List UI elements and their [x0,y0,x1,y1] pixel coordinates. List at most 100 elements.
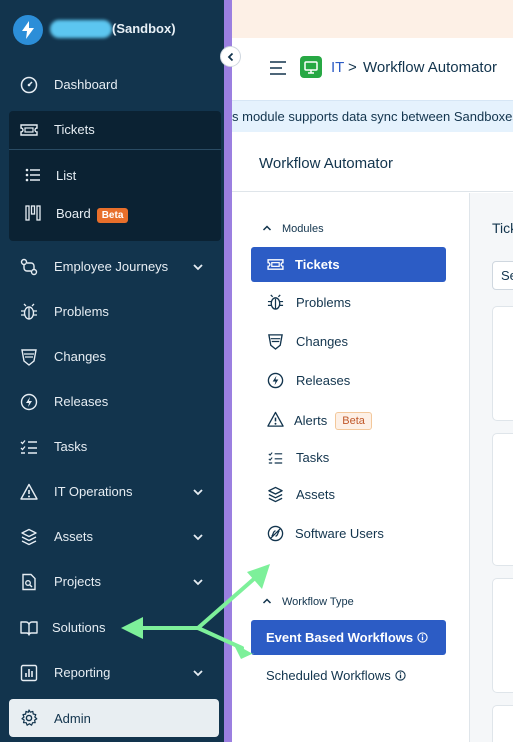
tasks-icon [267,449,284,466]
sidebar-item-projects[interactable]: Projects [9,563,219,601]
freshservice-logo-icon[interactable] [13,15,43,45]
workflow-card[interactable] [492,578,513,693]
sidebar-subitem-label: List [56,168,77,183]
chevron-left-icon [227,52,233,61]
release-icon [267,372,284,389]
chevron-down-icon[interactable] [191,575,205,589]
module-item-tickets[interactable]: Tickets [251,247,446,282]
sidebar-item-label: IT Operations [54,484,133,499]
ticket-icon [19,120,39,140]
workflow-type-scheduled[interactable]: Scheduled Workflows [251,658,446,693]
sidebar-item-label: Tasks [54,439,88,454]
workflow-list-title: Tick [492,220,513,236]
main-content: IT > Workflow Automator s module support… [232,0,513,742]
dashboard-icon [19,75,39,95]
workflow-filter-select[interactable]: Se [492,261,513,290]
sidebar-subitem-board[interactable]: Board Beta [9,196,219,230]
module-item-label: Releases [296,373,351,388]
module-item-label: Changes [296,334,349,349]
modules-panel: Modules Tickets Problems Changes Release [232,193,469,742]
sidebar-item-assets[interactable]: Assets [9,518,219,556]
workflow-type-event-based[interactable]: Event Based Workflows [251,620,446,655]
hamburger-menu-icon[interactable] [269,60,287,76]
sidebar-item-dashboard[interactable]: Dashboard [9,66,219,104]
sidebar-item-label: Solutions [52,620,106,635]
sidebar-item-label: Admin [54,711,91,726]
module-item-software-users[interactable]: Software Users [251,516,446,551]
page-title-bar: Workflow Automator [232,132,513,192]
sidebar-item-tickets[interactable]: Tickets [9,111,219,149]
chevron-up-icon [262,598,272,604]
breadcrumb-separator: > [348,59,357,76]
module-item-label: Tickets [295,257,340,272]
beta-badge: Beta [96,208,129,223]
workflow-card[interactable] [492,705,513,742]
module-item-label: Tasks [296,450,330,465]
sidebar-item-solutions[interactable]: Solutions [9,609,219,647]
bug-icon [19,302,39,322]
report-icon [19,663,39,683]
beta-badge: Beta [335,412,372,430]
ticket-icon [267,256,284,273]
sidebar-item-label: Changes [54,349,107,364]
info-icon[interactable] [395,670,406,681]
chevron-down-icon[interactable] [191,485,205,499]
workflow-filter-select-value: Se [501,268,513,283]
module-item-alerts[interactable]: Alerts Beta [251,402,446,437]
shield-icon [267,333,284,350]
org-name-redacted [50,20,112,38]
workflow-type-label: Event Based Workflows [266,630,414,645]
sidebar-item-label: Reporting [54,665,111,680]
sidebar-header: (Sandbox) [0,0,224,60]
sidebar-item-it-operations[interactable]: IT Operations [9,473,219,511]
bug-icon [267,294,284,311]
sidebar-item-admin[interactable]: Admin [9,699,219,737]
chevron-down-icon[interactable] [191,260,205,274]
page-header: IT > Workflow Automator [232,38,513,100]
sandbox-edge-indicator [224,0,232,742]
shield-icon [19,347,39,367]
module-item-label: Assets [296,487,336,502]
layers-icon [267,486,284,503]
module-item-label: Alerts [294,413,328,428]
breadcrumb-it-link[interactable]: IT [331,59,344,76]
module-item-changes[interactable]: Changes [251,324,446,359]
sidebar-item-reporting[interactable]: Reporting [9,654,219,692]
collapse-sidebar-button[interactable] [220,46,241,67]
sidebar-item-problems[interactable]: Problems [9,293,219,331]
chevron-down-icon[interactable] [191,666,205,680]
sidebar-item-label: Dashboard [54,77,118,92]
info-banner-text: s module supports data sync between Sand… [232,109,513,124]
module-item-assets[interactable]: Assets [251,477,446,512]
modules-section-header[interactable]: Modules [262,223,324,235]
module-item-tasks[interactable]: Tasks [251,440,446,475]
workflow-card[interactable] [492,306,513,421]
workflow-type-heading: Workflow Type [282,596,354,608]
list-icon [24,166,42,184]
workflow-card[interactable] [492,433,513,566]
journey-icon [19,257,39,277]
sidebar: (Sandbox) Dashboard Tickets List Board Be… [0,0,224,742]
sidebar-subitem-label: Board [56,206,91,221]
sidebar-item-label: Assets [54,529,94,544]
chevron-down-icon[interactable] [191,530,205,544]
it-module-icon [300,56,322,78]
workflow-type-section-header[interactable]: Workflow Type [262,596,354,608]
gear-icon [19,708,39,728]
software-icon [267,525,284,542]
sidebar-item-tasks[interactable]: Tasks [9,428,219,466]
page-title: Workflow Automator [259,155,393,172]
sidebar-item-employee-journeys[interactable]: Employee Journeys [9,248,219,286]
info-banner: s module supports data sync between Sand… [232,100,513,132]
sidebar-item-releases[interactable]: Releases [9,383,219,421]
top-banner [232,0,513,38]
module-item-releases[interactable]: Releases [251,363,446,398]
sidebar-item-label: Projects [54,574,101,589]
board-icon [24,204,42,222]
module-item-problems[interactable]: Problems [251,285,446,320]
org-sandbox-label: (Sandbox) [112,21,176,36]
projects-icon [19,572,39,592]
sidebar-item-changes[interactable]: Changes [9,338,219,376]
sidebar-subitem-list[interactable]: List [9,158,219,192]
info-icon[interactable] [417,632,428,643]
